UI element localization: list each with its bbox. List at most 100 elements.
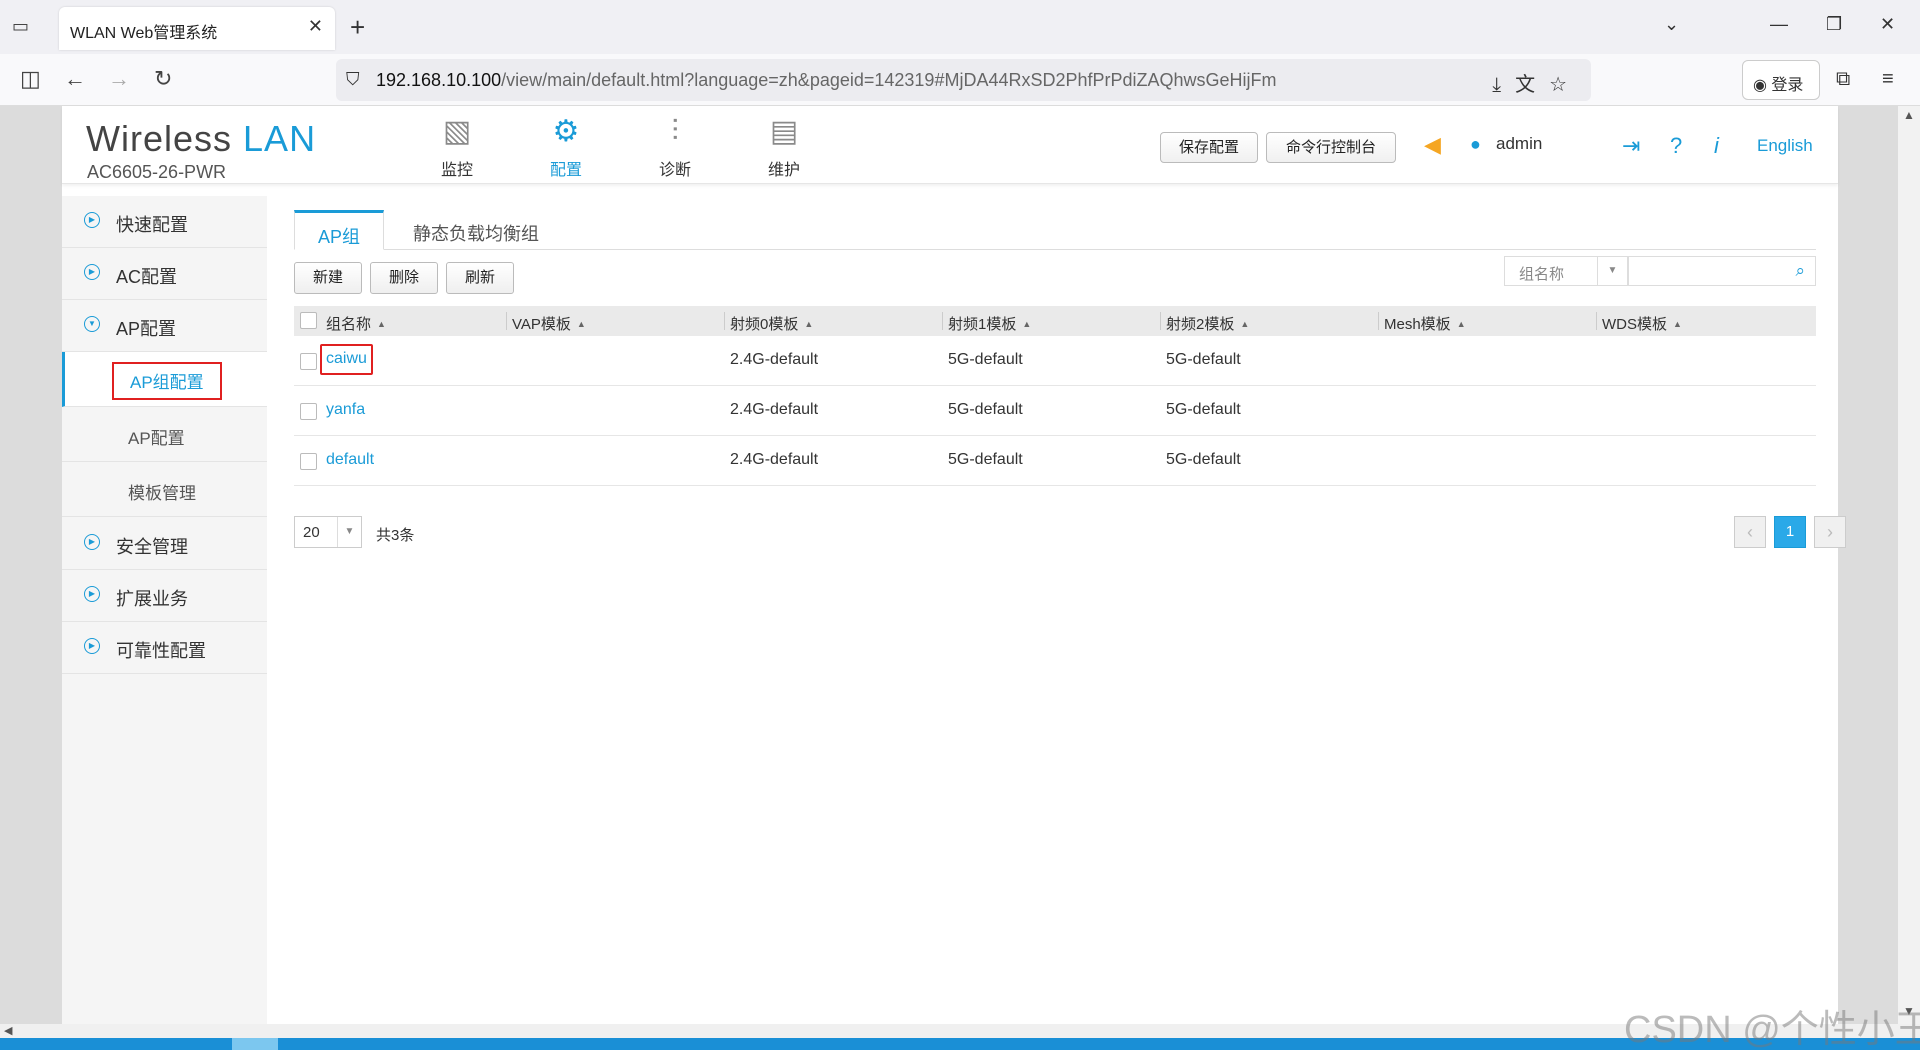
scroll-up-icon[interactable]: ▲ <box>1903 108 1915 122</box>
column-header[interactable]: WDS模板 ▲ <box>1602 313 1682 334</box>
vertical-scrollbar[interactable]: ▲ ▼ <box>1898 106 1920 1024</box>
column-header[interactable]: VAP模板 ▲ <box>512 313 586 334</box>
row-checkbox[interactable] <box>300 353 317 370</box>
sidebar-item-ap-group-config[interactable]: AP组配置 <box>62 352 267 407</box>
sidebar-toggle-icon[interactable]: ◫ <box>20 66 41 92</box>
sort-icon: ▲ <box>576 319 586 329</box>
new-tab-icon[interactable]: + <box>350 12 365 42</box>
group-name-link[interactable]: default <box>326 451 374 469</box>
sidebar-item-ap-config[interactable]: ▼ AP配置 <box>62 300 267 352</box>
table-row[interactable]: caiwu 2.4G-default 5G-default 5G-default <box>294 336 1816 386</box>
table-cell: 2.4G-default <box>730 351 819 368</box>
tab-overflow-chevron-icon[interactable]: ⌄ <box>1664 14 1679 35</box>
alarm-icon[interactable]: ◀ <box>1424 132 1441 158</box>
window-close-icon[interactable]: ✕ <box>1880 14 1895 35</box>
sidebar-item-ap-sub-config[interactable]: AP配置 <box>62 407 267 462</box>
logo: Wireless LAN <box>86 118 317 159</box>
row-checkbox[interactable] <box>300 453 317 470</box>
address-bar-tools: ⤓文☆ <box>1492 68 1581 97</box>
address-bar[interactable]: ⛉ 192.168.10.100/view/main/default.html?… <box>336 59 1591 101</box>
search-icon[interactable]: ⌕ <box>1795 261 1805 281</box>
forward-icon[interactable]: → <box>108 66 130 92</box>
sidebar-item-security[interactable]: ▶ 安全管理 <box>62 518 267 570</box>
chevron-left-icon: ‹ <box>1747 522 1753 542</box>
module-diagnose[interactable]: ⫶ 诊断 <box>645 114 705 180</box>
column-header[interactable]: 射频2模板 ▲ <box>1166 313 1249 334</box>
menu-icon[interactable]: ≡ <box>1882 68 1894 91</box>
refresh-button[interactable]: 刷新 <box>446 262 514 294</box>
sort-icon: ▲ <box>1022 319 1032 329</box>
column-header[interactable]: 组名称 ▲ <box>326 313 386 334</box>
browser-tab-bar: ▭ WLAN Web管理系统 ✕ + ⌄ — ❐ ✕ <box>0 0 1920 54</box>
restore-icon[interactable]: ❐ <box>1826 14 1842 35</box>
language-switch-link[interactable]: English <box>1757 136 1813 156</box>
column-header[interactable]: 射频1模板 ▲ <box>948 313 1031 334</box>
table-row[interactable]: yanfa 2.4G-default 5G-default 5G-default <box>294 386 1816 436</box>
account-icon: ◉ <box>1753 77 1767 94</box>
sidebar-item-extended-services[interactable]: ▶ 扩展业务 <box>62 570 267 622</box>
sidebar-item-ac-config[interactable]: ▶ AC配置 <box>62 248 267 300</box>
page-size-select[interactable]: 20 ▼ <box>294 516 362 548</box>
chevron-down-icon: ▼ <box>337 517 361 547</box>
close-icon[interactable]: ✕ <box>308 16 323 37</box>
info-icon[interactable]: i <box>1714 133 1719 159</box>
search-input[interactable]: ⌕ <box>1628 256 1816 286</box>
next-page-button[interactable]: › <box>1814 516 1846 548</box>
gear-icon: ⚙ <box>552 115 580 148</box>
bottom-status-segment <box>232 1038 278 1050</box>
logout-icon[interactable]: ⇥ <box>1622 133 1640 159</box>
expand-arrow-icon: ▶ <box>84 534 100 550</box>
table-row[interactable]: default 2.4G-default 5G-default 5G-defau… <box>294 436 1816 486</box>
scroll-left-icon[interactable]: ◀ <box>4 1024 12 1037</box>
tab-static-load-balance-group[interactable]: 静态负载均衡组 <box>406 210 546 250</box>
column-header[interactable]: Mesh模板 ▲ <box>1384 313 1466 334</box>
translate-icon[interactable]: 文 <box>1515 74 1549 96</box>
user-icon: ● <box>1470 134 1481 154</box>
maintenance-icon: ▤ <box>769 115 799 148</box>
download-icon[interactable]: ⤓ <box>1492 74 1515 96</box>
sidebar-item-reliability[interactable]: ▶ 可靠性配置 <box>62 622 267 674</box>
row-checkbox[interactable] <box>300 403 317 420</box>
reload-icon[interactable]: ↻ <box>154 66 172 92</box>
shield-icon[interactable]: ⛉ <box>346 69 360 90</box>
tab-ap-group[interactable]: AP组 <box>294 210 384 250</box>
star-icon[interactable]: ☆ <box>1549 74 1581 96</box>
table-cell: 2.4G-default <box>730 401 819 418</box>
prev-page-button[interactable]: ‹ <box>1734 516 1766 548</box>
watermark: CSDN @个性小王 <box>1624 1009 1920 1050</box>
user-name: admin <box>1496 134 1543 153</box>
module-maintenance[interactable]: ▤ 维护 <box>754 114 814 180</box>
cli-console-button[interactable]: 命令行控制台 <box>1266 132 1396 163</box>
search-field-select[interactable]: 组名称 ▼ <box>1504 256 1628 286</box>
tab-list-icon[interactable]: ▭ <box>12 16 36 40</box>
back-icon[interactable]: ← <box>64 66 86 92</box>
group-name-link[interactable]: yanfa <box>326 401 365 419</box>
table-cell: 5G-default <box>1166 451 1241 468</box>
chevron-right-icon: › <box>1827 522 1833 542</box>
module-config[interactable]: ⚙ 配置 <box>536 114 596 180</box>
web-app: Wireless LAN AC6605-26-PWR ▧ 监控 ⚙ 配置 ⫶ 诊… <box>62 106 1846 1024</box>
table-header: 组名称 ▲ VAP模板 ▲ 射频0模板 ▲ 射频1模板 ▲ 射频2模板 ▲ Mesh模板 ▲… <box>294 306 1816 336</box>
table-cell: 5G-default <box>1166 351 1241 368</box>
new-button[interactable]: 新建 <box>294 262 362 294</box>
sort-icon: ▲ <box>1456 319 1466 329</box>
save-config-button[interactable]: 保存配置 <box>1160 132 1258 163</box>
minimize-icon[interactable]: — <box>1770 14 1788 35</box>
login-button[interactable]: ◉ 登录 <box>1742 60 1820 100</box>
select-all-checkbox[interactable] <box>300 312 317 329</box>
extensions-icon[interactable]: ⧉ <box>1836 68 1850 91</box>
column-header[interactable]: 射频0模板 ▲ <box>730 313 813 334</box>
module-monitor[interactable]: ▧ 监控 <box>427 114 487 180</box>
page-button[interactable]: 1 <box>1774 516 1806 548</box>
help-icon[interactable]: ? <box>1670 133 1682 159</box>
expand-arrow-icon: ▶ <box>84 638 100 654</box>
group-name-link[interactable]: caiwu <box>320 344 373 375</box>
sidebar-item-template-management[interactable]: 模板管理 <box>62 462 267 517</box>
delete-button[interactable]: 删除 <box>370 262 438 294</box>
total-count: 共3条 <box>376 527 415 544</box>
collapse-arrow-icon: ▼ <box>84 316 100 332</box>
browser-tab[interactable]: WLAN Web管理系统 ✕ <box>59 7 335 50</box>
sidebar-item-quick-config[interactable]: ▶ 快速配置 <box>62 196 267 248</box>
chevron-down-icon: ▼ <box>1597 257 1627 285</box>
url-text[interactable]: 192.168.10.100/view/main/default.html?la… <box>376 70 1277 91</box>
